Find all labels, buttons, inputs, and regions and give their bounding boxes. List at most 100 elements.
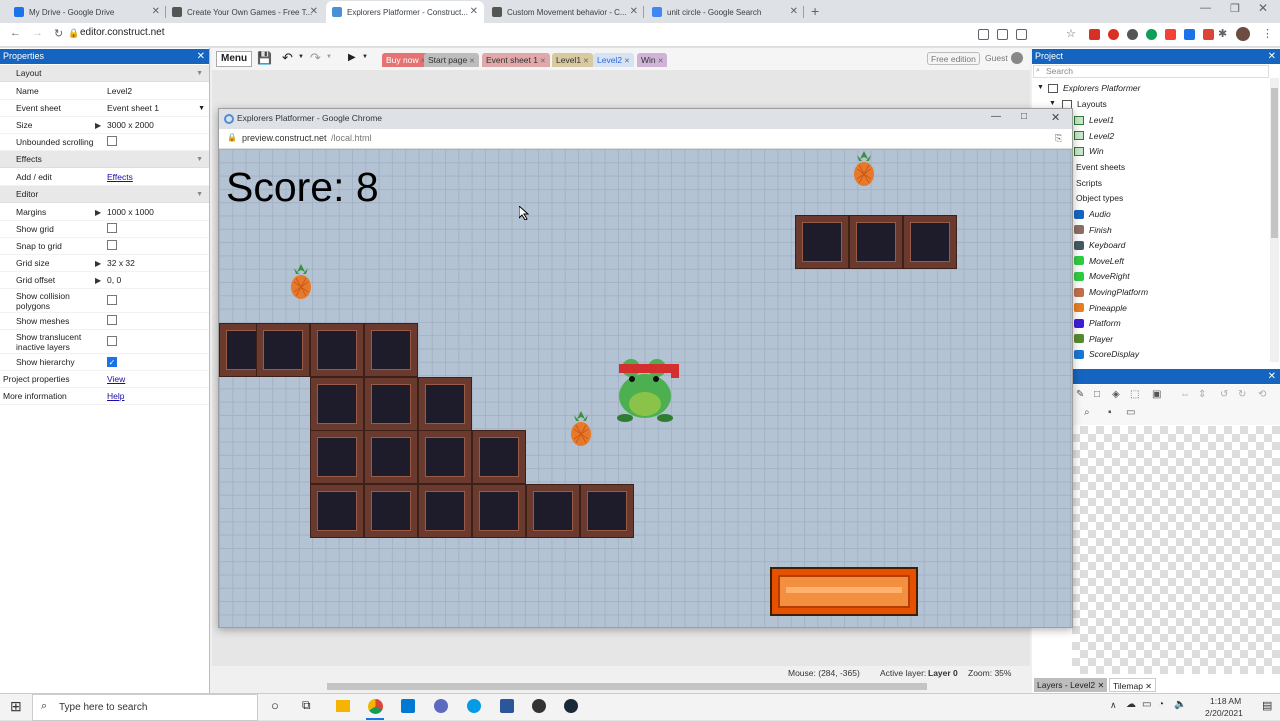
extension-icon[interactable]: [1184, 29, 1195, 40]
reload-icon[interactable]: ↻: [54, 27, 63, 40]
app-icon[interactable]: [434, 699, 448, 713]
close-tab-icon[interactable]: ✕: [622, 58, 630, 65]
tree-layout-item[interactable]: Win: [1074, 146, 1104, 156]
close-icon[interactable]: ✕: [1051, 111, 1060, 124]
property-checkbox-cell[interactable]: [105, 335, 117, 348]
close-tab-icon[interactable]: ✕: [656, 58, 664, 65]
preview-url-host[interactable]: preview.construct.net: [242, 133, 327, 143]
folder-icon[interactable]: ▭: [1126, 407, 1135, 418]
tree-folder-event-sheets[interactable]: Event sheets: [1076, 162, 1125, 172]
browser-tab[interactable]: Create Your Own Games - Free T... ✕: [166, 1, 324, 23]
puzzle-icon[interactable]: ✱: [1218, 27, 1227, 40]
cortana-icon[interactable]: ○: [271, 698, 279, 713]
browser-menu-icon[interactable]: ⋮: [1262, 27, 1273, 40]
adblock-icon[interactable]: [1089, 29, 1100, 40]
browser-tab[interactable]: My Drive - Google Drive ✕: [8, 1, 166, 23]
chevron-down-icon[interactable]: ▼: [298, 54, 304, 60]
property-row[interactable]: Name Level2: [0, 83, 209, 100]
network-icon[interactable]: ◔: [1158, 699, 1164, 710]
steam-icon[interactable]: [564, 699, 578, 713]
expand-icon[interactable]: ▼: [1037, 84, 1044, 91]
property-value[interactable]: 32 x 32: [105, 258, 135, 268]
extension-icon[interactable]: [1165, 29, 1176, 40]
select-icon[interactable]: ⬚: [1130, 389, 1139, 400]
tree-folder-object-types[interactable]: Object types: [1076, 193, 1123, 203]
stamp-icon[interactable]: ▣: [1152, 389, 1161, 400]
close-icon[interactable]: ✕: [197, 49, 205, 64]
property-checkbox-cell[interactable]: [105, 294, 117, 307]
browser-tab[interactable]: unit circle - Google Search ✕: [646, 1, 804, 23]
extension-icon[interactable]: [997, 29, 1008, 40]
battery-icon[interactable]: ▭: [1142, 699, 1151, 710]
property-row[interactable]: Grid offset ▶ 0, 0: [0, 272, 209, 289]
horizontal-scrollbar[interactable]: [212, 682, 1012, 691]
tray-chevron-icon[interactable]: ∧: [1110, 700, 1117, 711]
game-canvas[interactable]: Score: 8: [219, 149, 1072, 627]
property-row[interactable]: Unbounded scrolling: [0, 134, 209, 151]
clock-date[interactable]: 2/20/2021: [1205, 708, 1243, 718]
fill-icon[interactable]: ◈: [1112, 389, 1120, 400]
checkbox[interactable]: [107, 294, 117, 305]
editor-tab[interactable]: Event sheet 1 ✕: [482, 53, 550, 67]
tilemap-tab[interactable]: Tilemap ✕: [1109, 678, 1156, 692]
expand-icon[interactable]: ▼: [1049, 100, 1056, 107]
project-search-input[interactable]: Search: [1033, 65, 1269, 78]
guest-label[interactable]: Guest: [985, 53, 1008, 63]
project-scrollbar[interactable]: [1270, 78, 1279, 362]
chevron-down-icon[interactable]: ▼: [326, 54, 332, 60]
tray-icon[interactable]: ☁: [1126, 699, 1136, 710]
property-checkbox-cell[interactable]: [105, 136, 117, 148]
close-tab-icon[interactable]: ✕: [538, 58, 546, 65]
tree-layout-item[interactable]: Level2: [1074, 131, 1114, 141]
preview-url-path[interactable]: /local.html: [331, 133, 372, 143]
property-row[interactable]: Size ▶ 3000 x 2000: [0, 117, 209, 134]
property-row[interactable]: Snap to grid: [0, 238, 209, 255]
extension-icon[interactable]: [1127, 29, 1138, 40]
vscode-icon[interactable]: [401, 699, 415, 713]
property-checkbox-cell[interactable]: [105, 315, 117, 327]
property-row[interactable]: More information Help: [0, 388, 209, 405]
expand-icon[interactable]: ▶: [95, 208, 101, 217]
checkbox[interactable]: [107, 335, 117, 346]
property-value[interactable]: 1000 x 1000: [105, 207, 154, 217]
close-tab-icon[interactable]: ✕: [470, 6, 478, 17]
extension-icon[interactable]: [1016, 29, 1027, 40]
pencil-icon[interactable]: ✎: [1076, 389, 1084, 400]
tree-folder-scripts[interactable]: Scripts: [1076, 178, 1102, 188]
file-explorer-icon[interactable]: [336, 700, 350, 712]
chevron-down-icon[interactable]: ▼: [198, 105, 205, 112]
property-checkbox-cell[interactable]: [105, 223, 117, 235]
close-tab-icon[interactable]: ✕: [467, 58, 475, 65]
extension-icon[interactable]: [1203, 29, 1214, 40]
page-action-icon[interactable]: ⎘: [1055, 133, 1062, 144]
layers-tab[interactable]: Layers - Level2 ✕: [1034, 678, 1108, 692]
property-value[interactable]: 0, 0: [105, 275, 121, 285]
volume-icon[interactable]: 🔈: [1174, 699, 1186, 710]
app-icon[interactable]: [467, 699, 481, 713]
close-icon[interactable]: ✕: [1268, 49, 1276, 64]
minimize-window-button[interactable]: —: [1200, 2, 1211, 14]
task-view-icon[interactable]: ⧉: [302, 698, 311, 713]
back-icon[interactable]: ←: [10, 27, 21, 39]
menu-button[interactable]: Menu: [216, 51, 253, 67]
editor-tab[interactable]: Start page ✕: [424, 53, 480, 67]
tree-object-item[interactable]: Platform: [1074, 318, 1121, 328]
browser-tab[interactable]: Custom Movement behavior - C... ✕: [486, 1, 644, 23]
property-value[interactable]: Level2: [105, 86, 132, 96]
property-row[interactable]: Project properties View: [0, 371, 209, 388]
property-checkbox-cell[interactable]: [105, 240, 117, 252]
address-bar[interactable]: editor.construct.net: [80, 27, 165, 38]
property-section[interactable]: Effects ▼: [0, 151, 209, 168]
property-link[interactable]: Help: [105, 391, 124, 401]
property-row[interactable]: Show translucent inactive layers: [0, 330, 209, 354]
close-tab-icon[interactable]: ✕: [581, 58, 589, 65]
property-section[interactable]: Editor ▼: [0, 186, 209, 203]
app-icon[interactable]: [500, 699, 514, 713]
extension-icon[interactable]: [978, 29, 989, 40]
tree-object-item[interactable]: Finish: [1074, 225, 1112, 235]
editor-tab[interactable]: Level2 ✕: [593, 53, 634, 67]
windows-start-icon[interactable]: ⊞: [10, 698, 22, 715]
scrollbar-thumb[interactable]: [1271, 88, 1278, 238]
expand-icon[interactable]: ▶: [95, 276, 101, 285]
rectangle-icon[interactable]: □: [1094, 389, 1100, 400]
